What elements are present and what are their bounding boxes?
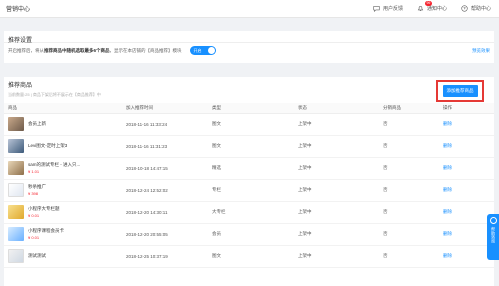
- page-title: 营销中心: [6, 7, 31, 13]
- goods-type: 图文: [208, 245, 294, 268]
- goods-status: 上架中: [294, 179, 379, 202]
- preview-link[interactable]: 预览效果: [472, 48, 490, 54]
- table-row: 秒杀推广 ¥ 398 2018-12-24 12:52:02 专栏 上架中 否 删…: [4, 179, 494, 202]
- col-goods: 商品: [4, 103, 122, 114]
- goods-name[interactable]: 秒杀推广: [28, 184, 46, 190]
- col-time: 加入推荐时间: [122, 103, 208, 114]
- table-header-row: 商品 加入推荐时间 类型 状态 分销商品 操作: [4, 103, 494, 114]
- float-tab-label: 帮助咨询: [491, 227, 496, 243]
- distribution-flag: 否: [379, 157, 439, 180]
- help-float-tab[interactable]: 帮助咨询: [487, 214, 499, 260]
- add-recommended-goods-button[interactable]: 添加推荐商品: [442, 85, 478, 97]
- toggle-knob: [207, 47, 215, 54]
- table-row: 小程序大专栏题 ¥ 0.01 2018-12-20 14:30:11 大专栏 上架…: [4, 201, 494, 224]
- goods-thumbnail[interactable]: [8, 227, 24, 241]
- goods-name[interactable]: 小程序大专栏题: [28, 206, 60, 212]
- goods-status: 上架中: [294, 135, 379, 158]
- goods-name[interactable]: sam的测试专栏 - 进入只...: [28, 162, 80, 168]
- delete-link[interactable]: 删除: [443, 209, 452, 214]
- distribution-flag: 否: [379, 135, 439, 158]
- goods-thumbnail[interactable]: [8, 161, 24, 175]
- table-row: Levi图文-定时上架3 2018-11-16 11:31:23 图文 上架中 …: [4, 135, 494, 158]
- added-time: 2018-10-18 14:47:15: [122, 157, 208, 180]
- feedback-label: 用户反馈: [382, 6, 403, 12]
- goods-type: 大专栏: [208, 201, 294, 224]
- chat-icon: [373, 6, 380, 12]
- settings-title: 推荐设置: [4, 31, 494, 44]
- goods-thumbnail[interactable]: [8, 249, 24, 263]
- table-row: 会员上新 2018-11-16 11:33:24 图文 上架中 否 删除: [4, 113, 494, 136]
- goods-thumbnail[interactable]: [8, 117, 24, 131]
- distribution-flag: 否: [379, 179, 439, 202]
- help-link[interactable]: 帮助中心: [461, 5, 491, 12]
- table-row: 小程序课程会员卡 ¥ 0.01 2018-12-20 20:55:05 会员 上架…: [4, 223, 494, 246]
- goods-type: 专栏: [208, 179, 294, 202]
- goods-name[interactable]: 测试测试: [28, 253, 46, 259]
- distribution-flag: 否: [379, 113, 439, 136]
- delete-link[interactable]: 删除: [443, 121, 452, 126]
- goods-status: 上架中: [294, 157, 379, 180]
- settings-row: 开启推荐后，将从 推荐商品中随机选取最多6个商品 ，显示在本店铺的【商品推荐】模…: [4, 43, 494, 58]
- goods-type: 图文: [208, 135, 294, 158]
- settings-desc-prefix: 开启推荐后，将从: [8, 47, 44, 53]
- added-time: 2018-12-20 14:30:11: [122, 201, 208, 224]
- bell-icon: [417, 6, 424, 11]
- delete-link[interactable]: 删除: [443, 231, 452, 236]
- notice-label: 通知中心: [426, 6, 447, 12]
- recommend-settings-card: 推荐设置 开启推荐后，将从 推荐商品中随机选取最多6个商品 ，显示在本店铺的【商…: [4, 31, 494, 63]
- delete-link[interactable]: 删除: [443, 187, 452, 192]
- help-icon: [461, 5, 468, 12]
- added-time: 2018-11-16 11:31:23: [122, 135, 208, 158]
- settings-desc-bold: 推荐商品中随机选取最多6个商品: [44, 47, 110, 53]
- delete-link[interactable]: 删除: [443, 253, 452, 258]
- table-row: 测试测试 2018-12-25 10:37:19 图文 上架中 否 删除: [4, 245, 494, 268]
- goods-thumbnail[interactable]: [8, 183, 24, 197]
- col-action: 操作: [439, 103, 494, 114]
- col-type: 类型: [208, 103, 294, 114]
- table-row: sam的测试专栏 - 进入只... ¥ 1.01 2018-10-18 14:47…: [4, 157, 494, 180]
- goods-tip: 当前数量:25 | 商品下架后将不展示在【商品推荐】中: [8, 92, 101, 97]
- goods-status: 上架中: [294, 245, 379, 268]
- goods-status: 上架中: [294, 201, 379, 224]
- goods-thumbnail[interactable]: [8, 139, 24, 153]
- headset-icon: [489, 217, 497, 224]
- top-bar-actions: 用户反馈 通知中心 99 帮助中心: [373, 1, 491, 12]
- goods-price: ¥ 0.01: [28, 213, 40, 218]
- goods-name[interactable]: Levi图文-定时上架3: [28, 143, 67, 149]
- goods-price: ¥ 398: [28, 191, 39, 196]
- distribution-flag: 否: [379, 223, 439, 246]
- added-time: 2018-12-24 12:52:02: [122, 179, 208, 202]
- notice-link[interactable]: 通知中心 99: [417, 1, 447, 12]
- goods-type: 图文: [208, 113, 294, 136]
- goods-type: 会员: [208, 223, 294, 246]
- top-bar: 营销中心 用户反馈 通知中心 99 帮助中心: [0, 0, 499, 18]
- delete-link[interactable]: 删除: [443, 143, 452, 148]
- goods-status: 上架中: [294, 223, 379, 246]
- goods-thumbnail[interactable]: [8, 205, 24, 219]
- goods-price: ¥ 1.01: [28, 169, 40, 174]
- added-time: 2018-11-16 11:33:24: [122, 113, 208, 136]
- delete-link[interactable]: 删除: [443, 165, 452, 170]
- help-label: 帮助中心: [470, 6, 491, 12]
- added-time: 2018-12-20 20:55:05: [122, 223, 208, 246]
- added-time: 2018-12-25 10:37:19: [122, 245, 208, 268]
- goods-table: 商品 加入推荐时间 类型 状态 分销商品 操作 会员上新 2018-11-16 …: [4, 103, 494, 268]
- goods-name[interactable]: 小程序课程会员卡: [28, 228, 64, 234]
- distribution-flag: 否: [379, 245, 439, 268]
- col-distribution: 分销商品: [379, 103, 439, 114]
- settings-desc-suffix: ，显示在本店铺的【商品推荐】模块: [109, 47, 182, 53]
- goods-title: 推荐商品: [8, 83, 33, 89]
- col-status: 状态: [294, 103, 379, 114]
- add-button-highlight: 添加推荐商品: [436, 80, 484, 102]
- recommended-goods-card: 推荐商品 当前数量:25 | 商品下架后将不展示在【商品推荐】中 添加推荐商品 …: [4, 77, 494, 286]
- feedback-link[interactable]: 用户反馈: [373, 5, 403, 12]
- notice-badge: 99: [424, 1, 432, 6]
- recommend-toggle[interactable]: 开启: [189, 46, 216, 55]
- goods-type: 精选: [208, 157, 294, 180]
- goods-status: 上架中: [294, 113, 379, 136]
- goods-price: ¥ 0.01: [28, 235, 40, 240]
- goods-name[interactable]: 会员上新: [28, 121, 46, 127]
- toggle-label: 开启: [193, 48, 202, 53]
- distribution-flag: 否: [379, 201, 439, 224]
